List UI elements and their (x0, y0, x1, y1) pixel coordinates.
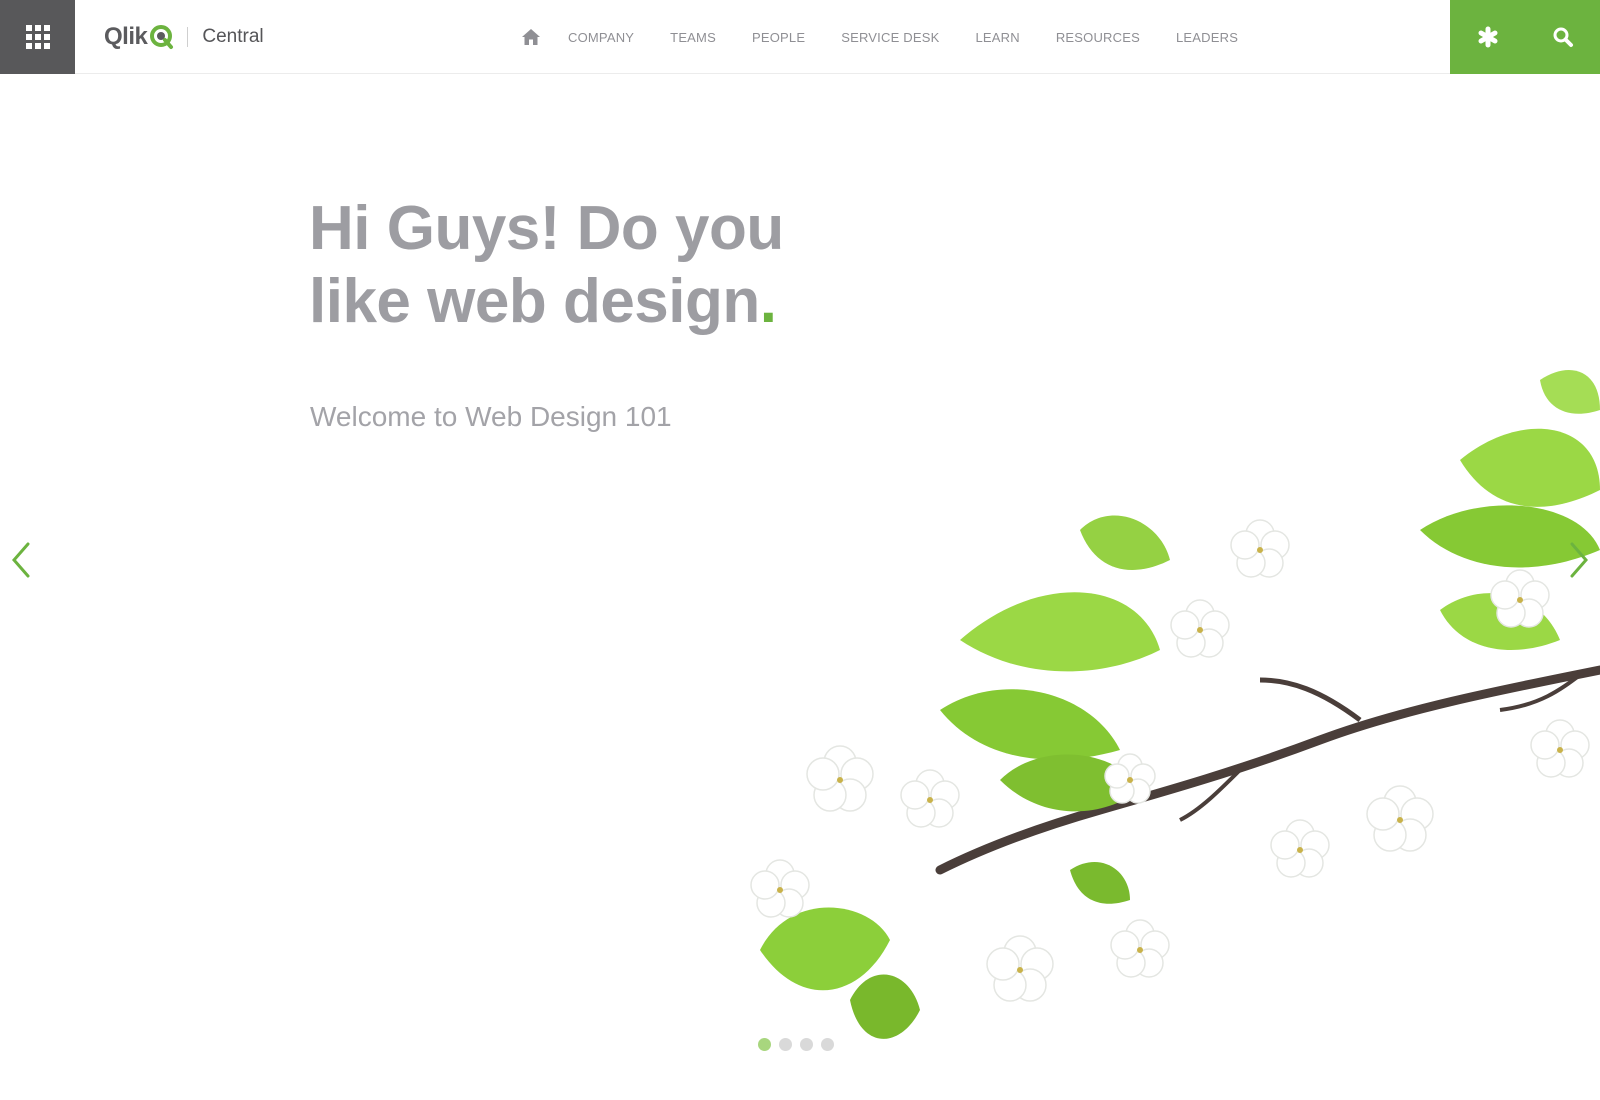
hero-title-dot: . (759, 267, 777, 336)
asterisk-icon (1478, 26, 1497, 48)
asterisk-button[interactable] (1450, 0, 1525, 74)
carousel-indicators (758, 1038, 842, 1051)
apps-menu-button[interactable] (0, 0, 75, 74)
nav-item-resources[interactable]: RESOURCES (1056, 30, 1140, 45)
flowering-branch-image (750, 370, 1600, 1039)
carousel-dot-3[interactable] (800, 1038, 813, 1051)
logo-product-name: Central (202, 26, 264, 47)
hero-title-line-1: Hi Guys! Do you (309, 194, 784, 263)
nav-item-teams[interactable]: TEAMS (670, 30, 716, 45)
logo-wordmark: Qlik (104, 23, 148, 50)
logo-divider (187, 27, 189, 47)
grid-icon (25, 25, 50, 49)
hero-subtitle: Welcome to Web Design 101 (310, 401, 672, 432)
carousel-dot-1[interactable] (758, 1038, 771, 1051)
main-nav: COMPANY TEAMS PEOPLE SERVICE DESK LEARN … (520, 0, 1274, 74)
nav-item-learn[interactable]: LEARN (975, 30, 1019, 45)
chevron-left-icon (12, 542, 30, 578)
carousel-next-button[interactable] (1564, 540, 1594, 580)
nav-item-company[interactable]: COMPANY (568, 30, 634, 45)
home-icon[interactable] (520, 26, 542, 48)
utility-bar (1450, 0, 1600, 74)
top-header: Qlik Central COMPANY TEAMS PEOPLE SERVIC… (0, 0, 1600, 74)
qlik-q-icon (150, 25, 174, 49)
qlik-central-logo[interactable]: Qlik Central (104, 22, 264, 52)
hero-title: Hi Guys! Do you like web design. (309, 192, 869, 338)
carousel-prev-button[interactable] (6, 540, 36, 580)
carousel-dot-4[interactable] (821, 1038, 834, 1051)
nav-item-leaders[interactable]: LEADERS (1176, 30, 1238, 45)
nav-item-service-desk[interactable]: SERVICE DESK (841, 30, 939, 45)
hero-title-line-2: like web design (309, 267, 760, 336)
nav-item-people[interactable]: PEOPLE (752, 30, 805, 45)
carousel-dot-2[interactable] (779, 1038, 792, 1051)
chevron-right-icon (1570, 542, 1588, 578)
search-button[interactable] (1525, 0, 1600, 74)
search-icon (1553, 27, 1573, 47)
